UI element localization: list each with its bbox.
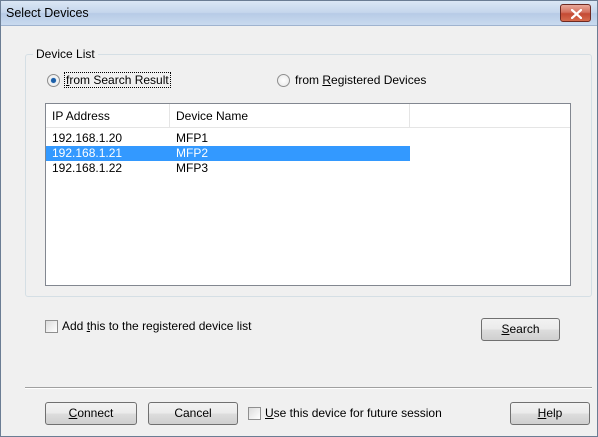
column-header-ip-address[interactable]: IP Address [46, 104, 170, 128]
radio-from-search-result[interactable]: from Search Result [47, 72, 171, 88]
title-bar[interactable]: Select Devices [1, 1, 597, 26]
column-header-device-name[interactable]: Device Name [170, 104, 410, 128]
help-button[interactable]: Help [510, 402, 590, 425]
window-title: Select Devices [6, 6, 89, 20]
close-button[interactable] [560, 4, 591, 22]
use-for-future-session-label: Use this device for future session [265, 406, 442, 420]
radio-indicator-checked[interactable] [47, 73, 60, 87]
radio-label-search-result: from Search Result [64, 72, 171, 88]
table-row[interactable]: 192.168.1.22 MFP3 [46, 161, 570, 176]
use-for-future-session-checkbox[interactable]: Use this device for future session [248, 406, 442, 420]
checkbox-box[interactable] [248, 406, 261, 420]
add-to-registered-checkbox[interactable]: Add this to the registered device list [45, 319, 251, 333]
cell-ip-address: 192.168.1.21 [46, 146, 170, 161]
radio-indicator-unchecked[interactable] [277, 73, 290, 87]
radio-label-registered: from Registered Devices [295, 73, 427, 87]
table-row[interactable]: 192.168.1.20 MFP1 [46, 131, 570, 146]
close-icon [571, 9, 582, 19]
add-to-registered-label: Add this to the registered device list [62, 319, 252, 333]
device-list-label: Device List [33, 47, 98, 61]
footer-separator [25, 387, 592, 389]
table-row-selected[interactable]: 192.168.1.21 MFP2 [46, 146, 570, 161]
table-header: IP Address Device Name [46, 104, 570, 128]
checkbox-box[interactable] [45, 319, 58, 333]
cell-device-name: MFP2 [170, 146, 410, 161]
search-button[interactable]: Search [481, 318, 560, 341]
device-list-table[interactable]: IP Address Device Name 192.168.1.20 MFP1… [45, 103, 571, 286]
radio-from-registered-devices[interactable]: from Registered Devices [277, 73, 426, 87]
connect-button[interactable]: Connect [45, 402, 137, 425]
column-header-empty [410, 104, 570, 128]
cell-ip-address: 192.168.1.20 [52, 131, 123, 145]
cancel-button[interactable]: Cancel [148, 402, 238, 425]
cell-ip-address: 192.168.1.22 [52, 161, 123, 175]
select-devices-dialog: Select Devices Device List from Search R… [0, 0, 598, 437]
cell-device-name: MFP3 [176, 161, 209, 175]
cell-device-name: MFP1 [176, 131, 209, 145]
